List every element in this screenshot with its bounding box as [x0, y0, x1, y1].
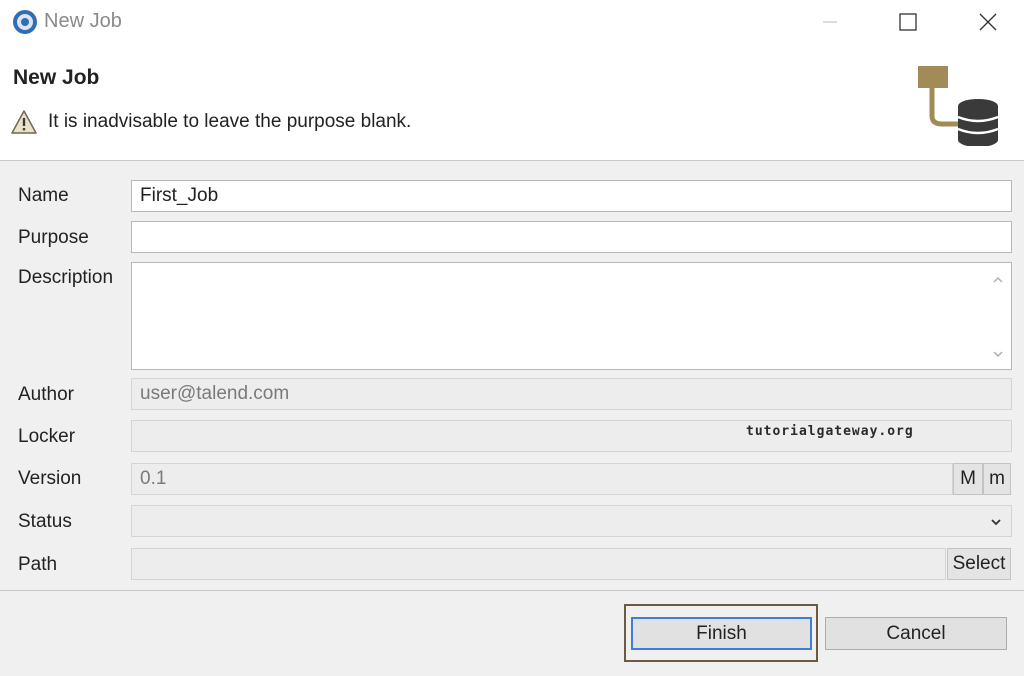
maximize-icon: [899, 13, 917, 31]
major-version-button[interactable]: M: [953, 463, 983, 495]
dialog-header: New Job It is inadvisable to leave the p…: [0, 44, 1024, 160]
warning-icon: [11, 110, 37, 134]
path-label: Path: [18, 554, 58, 575]
version-input: 0.1: [131, 463, 953, 495]
locker-label: Locker: [18, 426, 76, 447]
minor-version-button[interactable]: m: [983, 463, 1011, 495]
status-label: Status: [18, 511, 72, 532]
purpose-input[interactable]: [131, 221, 1012, 253]
watermark: tutorialgateway.org: [746, 424, 914, 439]
version-label: Version: [18, 468, 82, 489]
author-input: user@talend.com: [131, 378, 1012, 410]
path-select-button[interactable]: Select: [947, 548, 1011, 580]
name-input[interactable]: First_Job: [131, 180, 1012, 212]
close-button[interactable]: [948, 0, 1024, 44]
chevron-down-icon[interactable]: [989, 515, 1003, 529]
minimize-icon: [823, 21, 837, 23]
status-select[interactable]: [131, 505, 1012, 537]
description-textarea[interactable]: [131, 262, 1012, 370]
description-scrollbar[interactable]: [985, 263, 1011, 369]
title-bar: New Job: [0, 0, 1024, 44]
author-label: Author: [18, 384, 74, 405]
scroll-down-icon[interactable]: [991, 347, 1005, 361]
purpose-label: Purpose: [18, 227, 89, 248]
window-title: New Job: [44, 10, 122, 32]
job-form: Name First_Job Purpose Description Autho…: [0, 161, 1024, 590]
path-input: [131, 548, 946, 580]
scroll-up-icon[interactable]: [991, 273, 1005, 287]
maximize-button[interactable]: [868, 0, 948, 44]
job-database-icon: [918, 66, 999, 146]
dialog-title: New Job: [13, 66, 100, 89]
finish-button[interactable]: Finish: [631, 617, 812, 650]
dialog-footer: Finish Cancel: [0, 591, 1024, 676]
name-label: Name: [18, 185, 69, 206]
description-label: Description: [18, 267, 114, 288]
validation-message: It is inadvisable to leave the purpose b…: [48, 111, 412, 132]
talend-studio-icon: [13, 10, 37, 34]
close-icon: [979, 13, 997, 31]
minimize-button[interactable]: [790, 0, 870, 44]
cancel-button[interactable]: Cancel: [825, 617, 1007, 650]
